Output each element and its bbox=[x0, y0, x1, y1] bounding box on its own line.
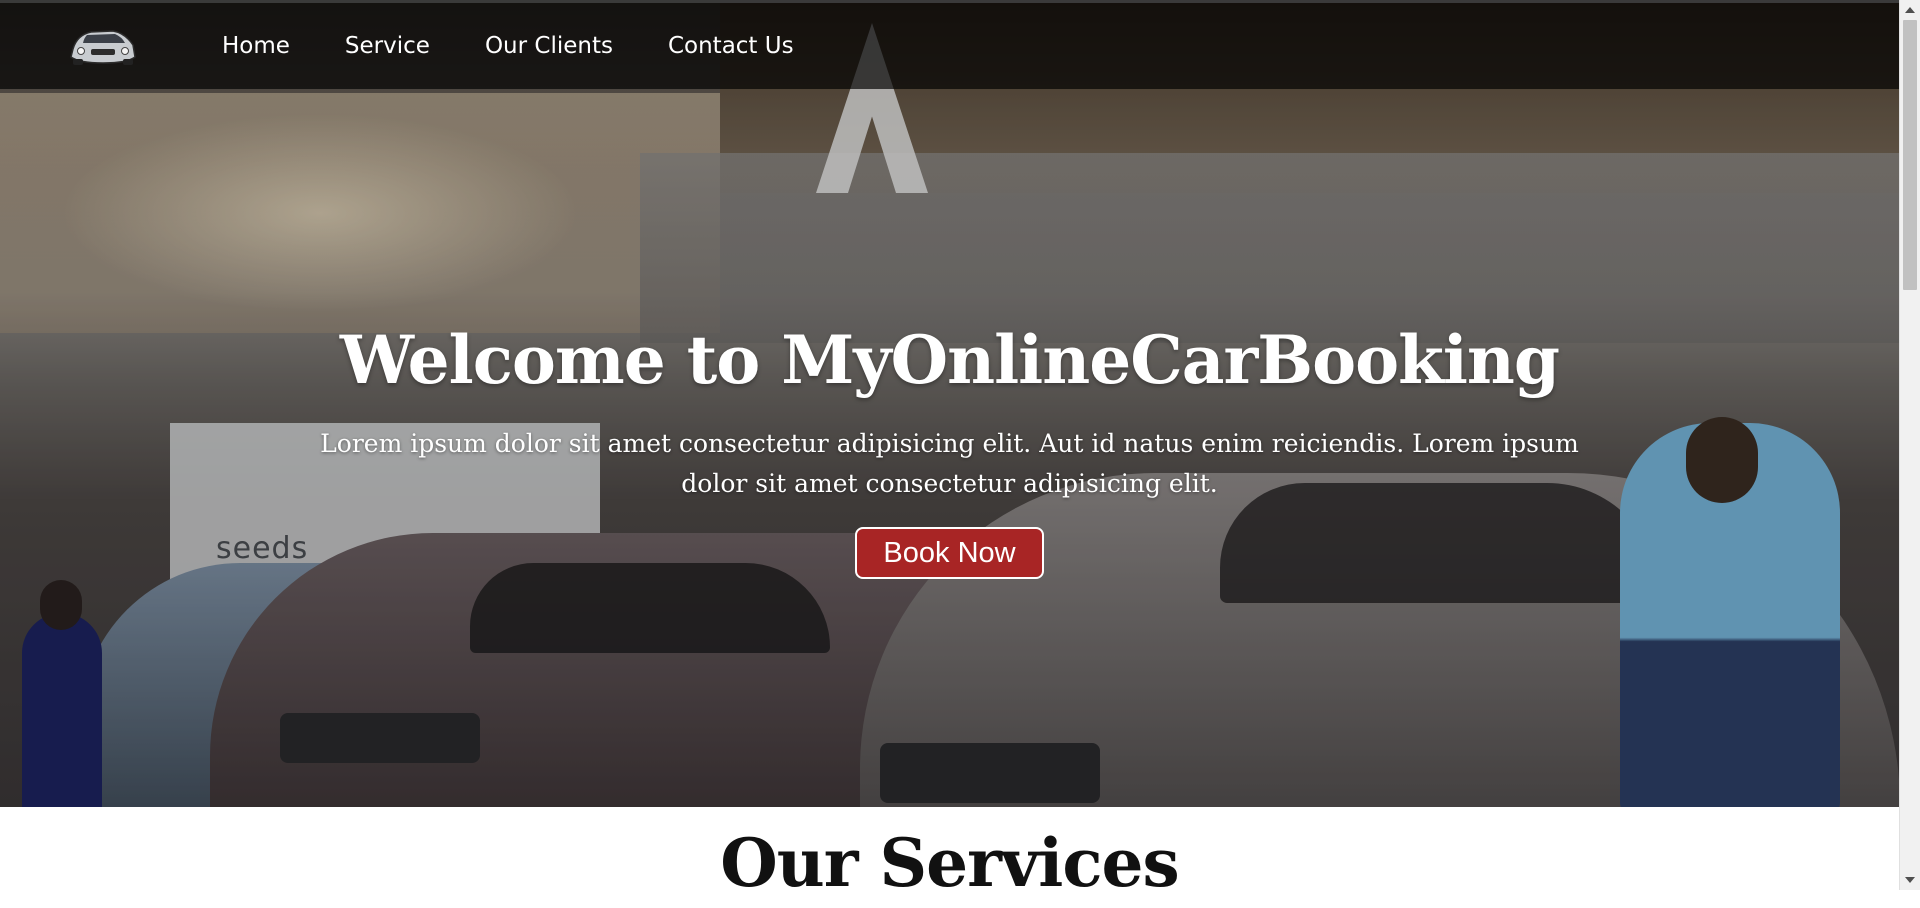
nav-link-our-clients[interactable]: Our Clients bbox=[485, 33, 613, 59]
scroll-down-arrow-icon[interactable] bbox=[1905, 877, 1915, 883]
hero-title: Welcome to MyOnlineCarBooking bbox=[339, 321, 1560, 399]
services-heading: Our Services bbox=[720, 824, 1179, 902]
scrollbar-thumb[interactable] bbox=[1903, 20, 1917, 290]
vertical-scrollbar[interactable] bbox=[1899, 0, 1920, 890]
top-navbar: Home Service Our Clients Contact Us bbox=[0, 3, 1899, 89]
hero-content: Welcome to MyOnlineCarBooking Lorem ipsu… bbox=[0, 3, 1899, 807]
nav-link-home[interactable]: Home bbox=[222, 33, 290, 59]
hero-subtitle: Lorem ipsum dolor sit amet consectetur a… bbox=[320, 429, 1579, 498]
car-logo-icon[interactable] bbox=[67, 19, 139, 71]
nav-links: Home Service Our Clients Contact Us bbox=[222, 3, 849, 89]
book-now-button[interactable]: Book Now bbox=[855, 527, 1044, 579]
scroll-up-arrow-icon[interactable] bbox=[1905, 7, 1915, 13]
nav-link-contact-us[interactable]: Contact Us bbox=[668, 33, 794, 59]
nav-link-service[interactable]: Service bbox=[345, 33, 430, 59]
